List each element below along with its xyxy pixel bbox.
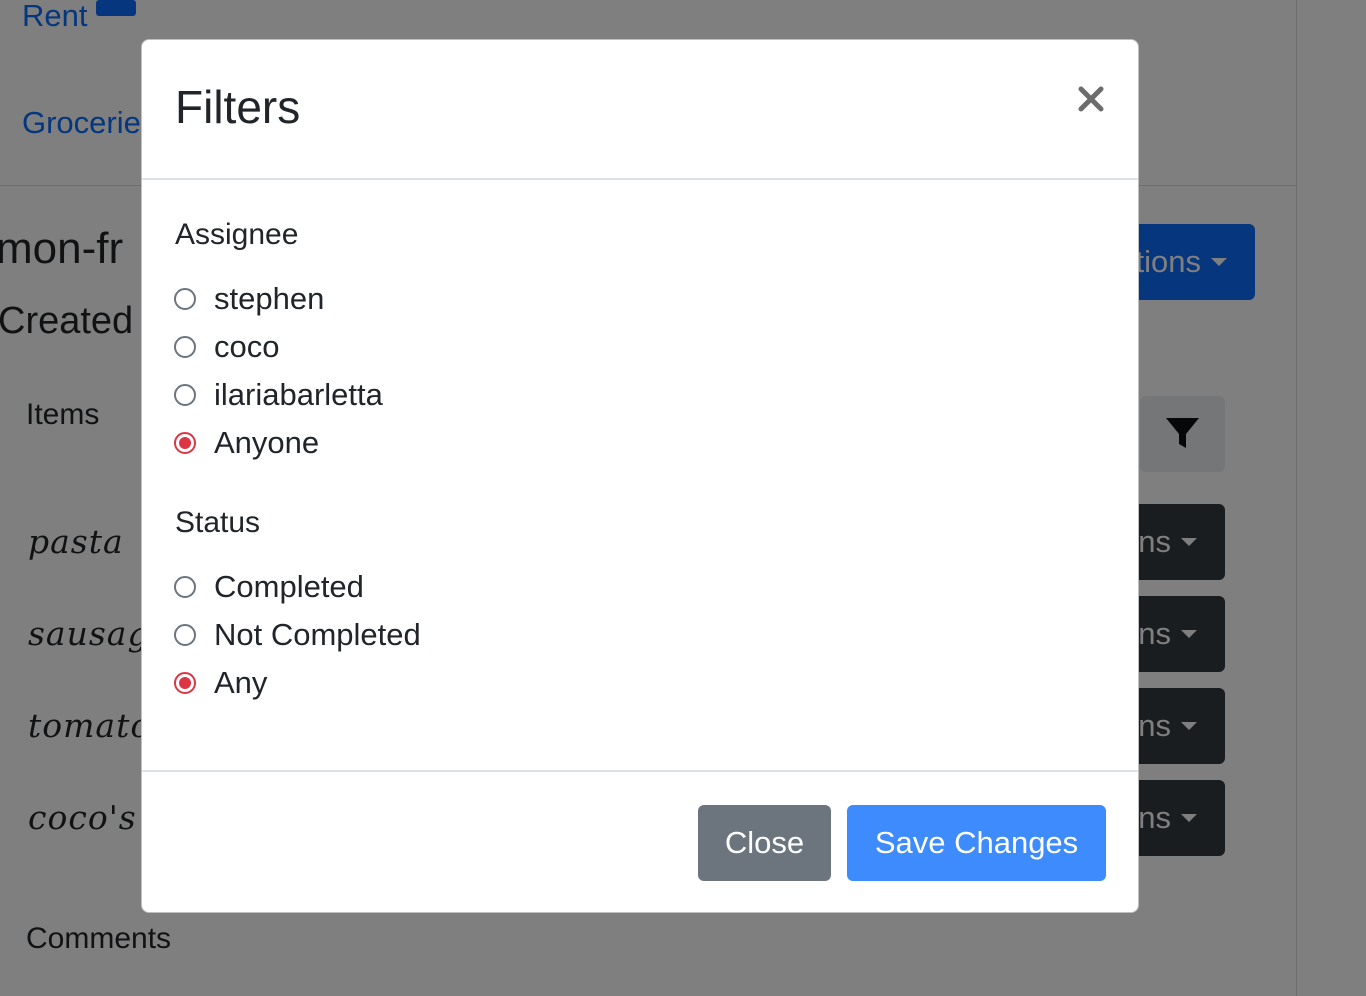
radio-assignee-anyone[interactable]: Anyone (174, 421, 319, 465)
radio-status-completed[interactable]: Completed (174, 565, 364, 609)
radio-button-checked[interactable] (174, 672, 196, 694)
modal-title: Filters (175, 81, 301, 133)
close-button[interactable]: Close (698, 805, 831, 881)
modal-footer: Close Save Changes (142, 770, 1138, 912)
status-label: Status (175, 506, 261, 539)
radio-assignee-stephen[interactable]: stephen (174, 277, 324, 321)
radio-button[interactable] (174, 336, 196, 358)
radio-label: stephen (214, 281, 325, 316)
radio-button[interactable] (174, 288, 196, 310)
radio-status-any[interactable]: Any (174, 661, 267, 705)
radio-assignee-ilariabarletta[interactable]: ilariabarletta (174, 373, 383, 417)
close-icon[interactable] (1072, 80, 1110, 118)
assignee-label: Assignee (175, 218, 299, 251)
radio-label: Any (214, 665, 268, 700)
save-changes-button[interactable]: Save Changes (847, 805, 1106, 881)
filters-modal: Filters Assignee stephen coco ilariabarl… (141, 39, 1139, 913)
radio-label: Not Completed (214, 617, 421, 652)
radio-button[interactable] (174, 624, 196, 646)
radio-assignee-coco[interactable]: coco (174, 325, 279, 369)
radio-button-checked[interactable] (174, 432, 196, 454)
radio-label: Anyone (214, 425, 320, 460)
radio-label: ilariabarletta (214, 377, 383, 412)
radio-button[interactable] (174, 384, 196, 406)
modal-body: Assignee stephen coco ilariabarletta Any… (142, 180, 1138, 770)
radio-status-not-completed[interactable]: Not Completed (174, 613, 421, 657)
radio-label: Completed (214, 569, 364, 604)
modal-header: Filters (142, 40, 1138, 180)
page: Rent Grocerie mon-fr Created tions Items… (0, 0, 1366, 996)
radio-button[interactable] (174, 576, 196, 598)
radio-label: coco (214, 329, 280, 364)
